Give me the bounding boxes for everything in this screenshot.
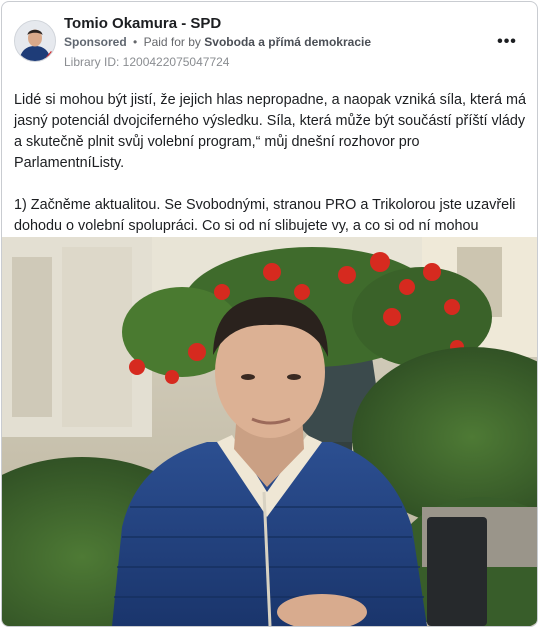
- ad-header: Tomio Okamura - SPD Sponsored • Paid for…: [2, 2, 537, 78]
- portrait-photo: [2, 237, 537, 626]
- post-paragraph: Lidé si mohou být jistí, že jejich hlas …: [14, 92, 526, 171]
- more-horizontal-icon: •••: [497, 33, 517, 50]
- post-photo[interactable]: [2, 237, 537, 626]
- meta-separator: •: [133, 35, 138, 49]
- more-options-button[interactable]: •••: [495, 32, 519, 52]
- avatar-image: [15, 21, 55, 61]
- sponsored-line: Sponsored • Paid for by Svoboda a přímá …: [64, 35, 371, 49]
- page-avatar[interactable]: [14, 20, 56, 62]
- sponsored-label: Sponsored: [64, 35, 127, 49]
- page-name-link[interactable]: Tomio Okamura - SPD: [64, 15, 221, 32]
- library-id: Library ID: 1200422075047724: [64, 55, 230, 69]
- paid-for-prefix: Paid for by: [143, 35, 201, 49]
- ad-card: Tomio Okamura - SPD Sponsored • Paid for…: [1, 1, 538, 627]
- funder-name[interactable]: Svoboda a přímá demokracie: [204, 35, 371, 49]
